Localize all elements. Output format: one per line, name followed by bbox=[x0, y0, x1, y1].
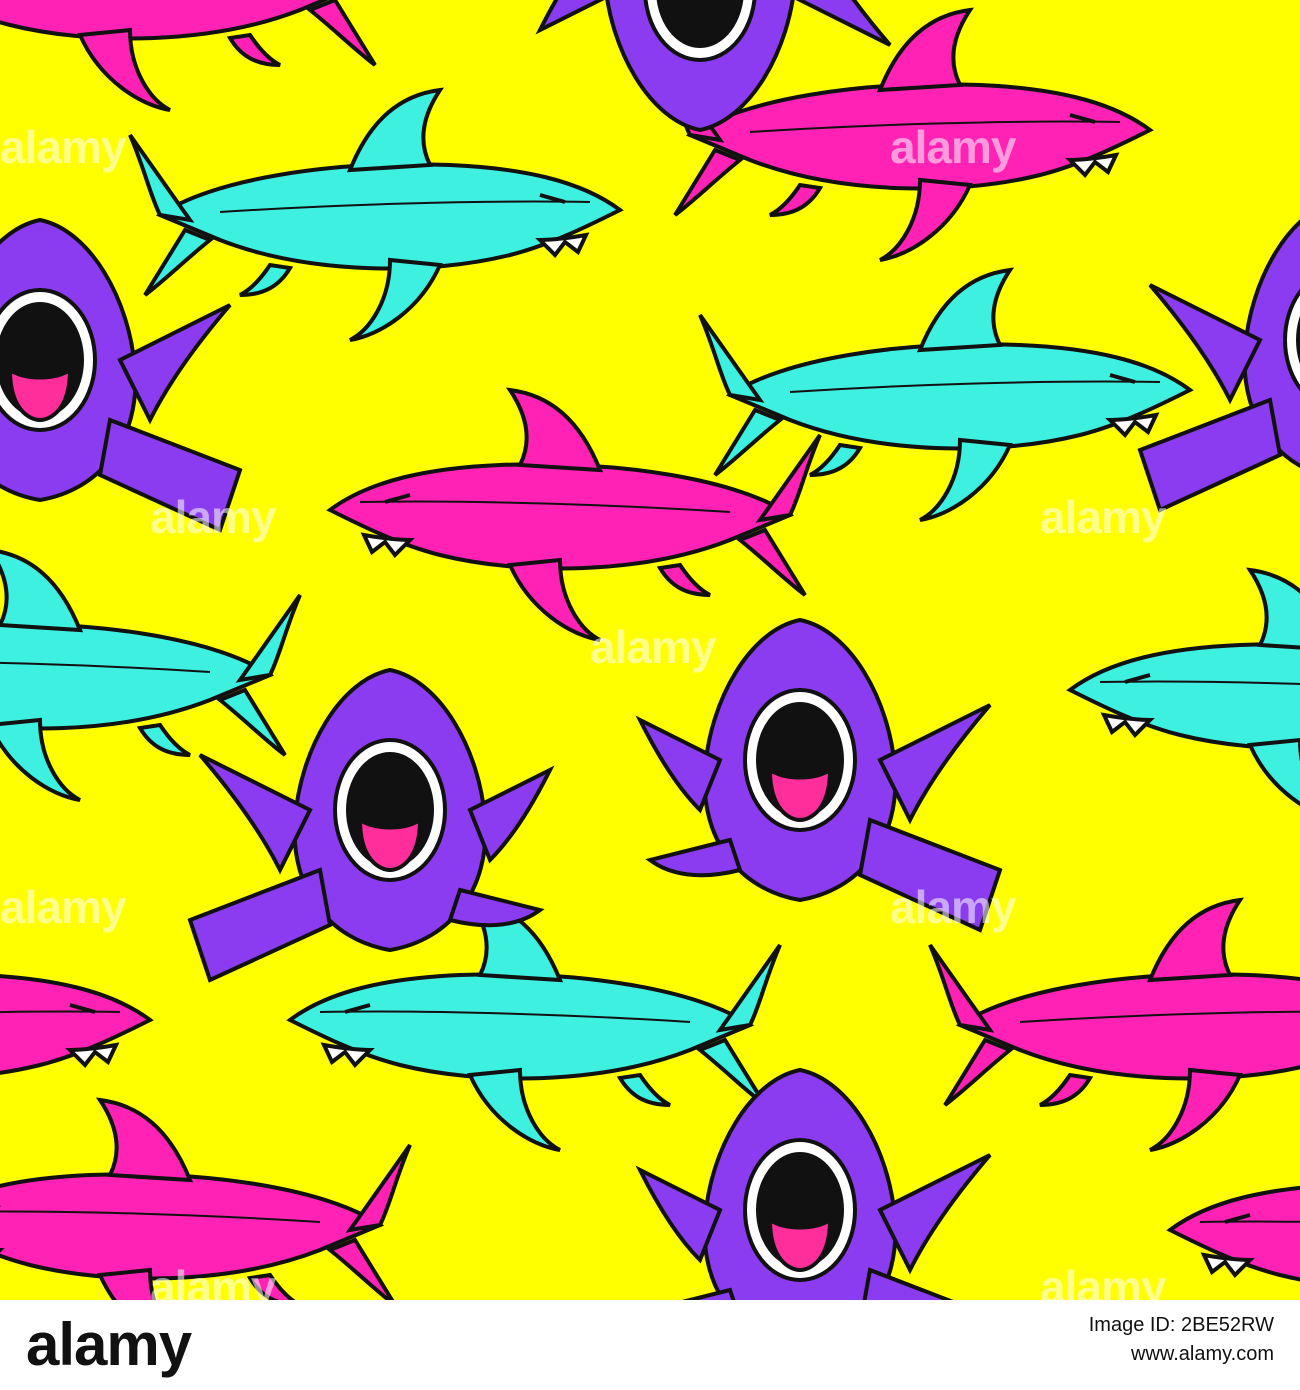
watermark: alamy bbox=[0, 881, 126, 933]
shark-pattern-image: alamy alamy alamy alamy alamy alamy alam… bbox=[0, 0, 1300, 1300]
alamy-logo: alamy bbox=[26, 1311, 192, 1378]
watermark: alamy bbox=[1040, 491, 1166, 543]
pink-shark bbox=[1168, 1108, 1300, 1300]
watermark: alamy bbox=[890, 881, 1016, 933]
teal-shark bbox=[698, 268, 1192, 522]
teal-shark bbox=[1068, 568, 1300, 822]
watermark: alamy bbox=[1040, 1261, 1166, 1300]
purple-shark bbox=[1138, 198, 1300, 512]
watermark: alamy bbox=[590, 621, 716, 673]
image-meta: Image ID: 2BE52RW www.alamy.com bbox=[1089, 1314, 1274, 1366]
image-id-label: Image ID: 2BE52RW bbox=[1088, 1314, 1274, 1336]
teal-shark bbox=[0, 548, 302, 802]
watermark: alamy bbox=[890, 121, 1016, 173]
watermark: alamy bbox=[0, 121, 126, 173]
teal-shark bbox=[128, 88, 622, 342]
purple-shark bbox=[0, 218, 242, 532]
pink-shark bbox=[928, 898, 1300, 1152]
stock-footer: alamy Image ID: 2BE52RW www.alamy.com bbox=[0, 1300, 1300, 1390]
watermark: alamy bbox=[150, 491, 276, 543]
watermark: alamy bbox=[150, 1261, 276, 1300]
pink-shark bbox=[0, 0, 392, 112]
site-url: www.alamy.com bbox=[1131, 1343, 1274, 1365]
